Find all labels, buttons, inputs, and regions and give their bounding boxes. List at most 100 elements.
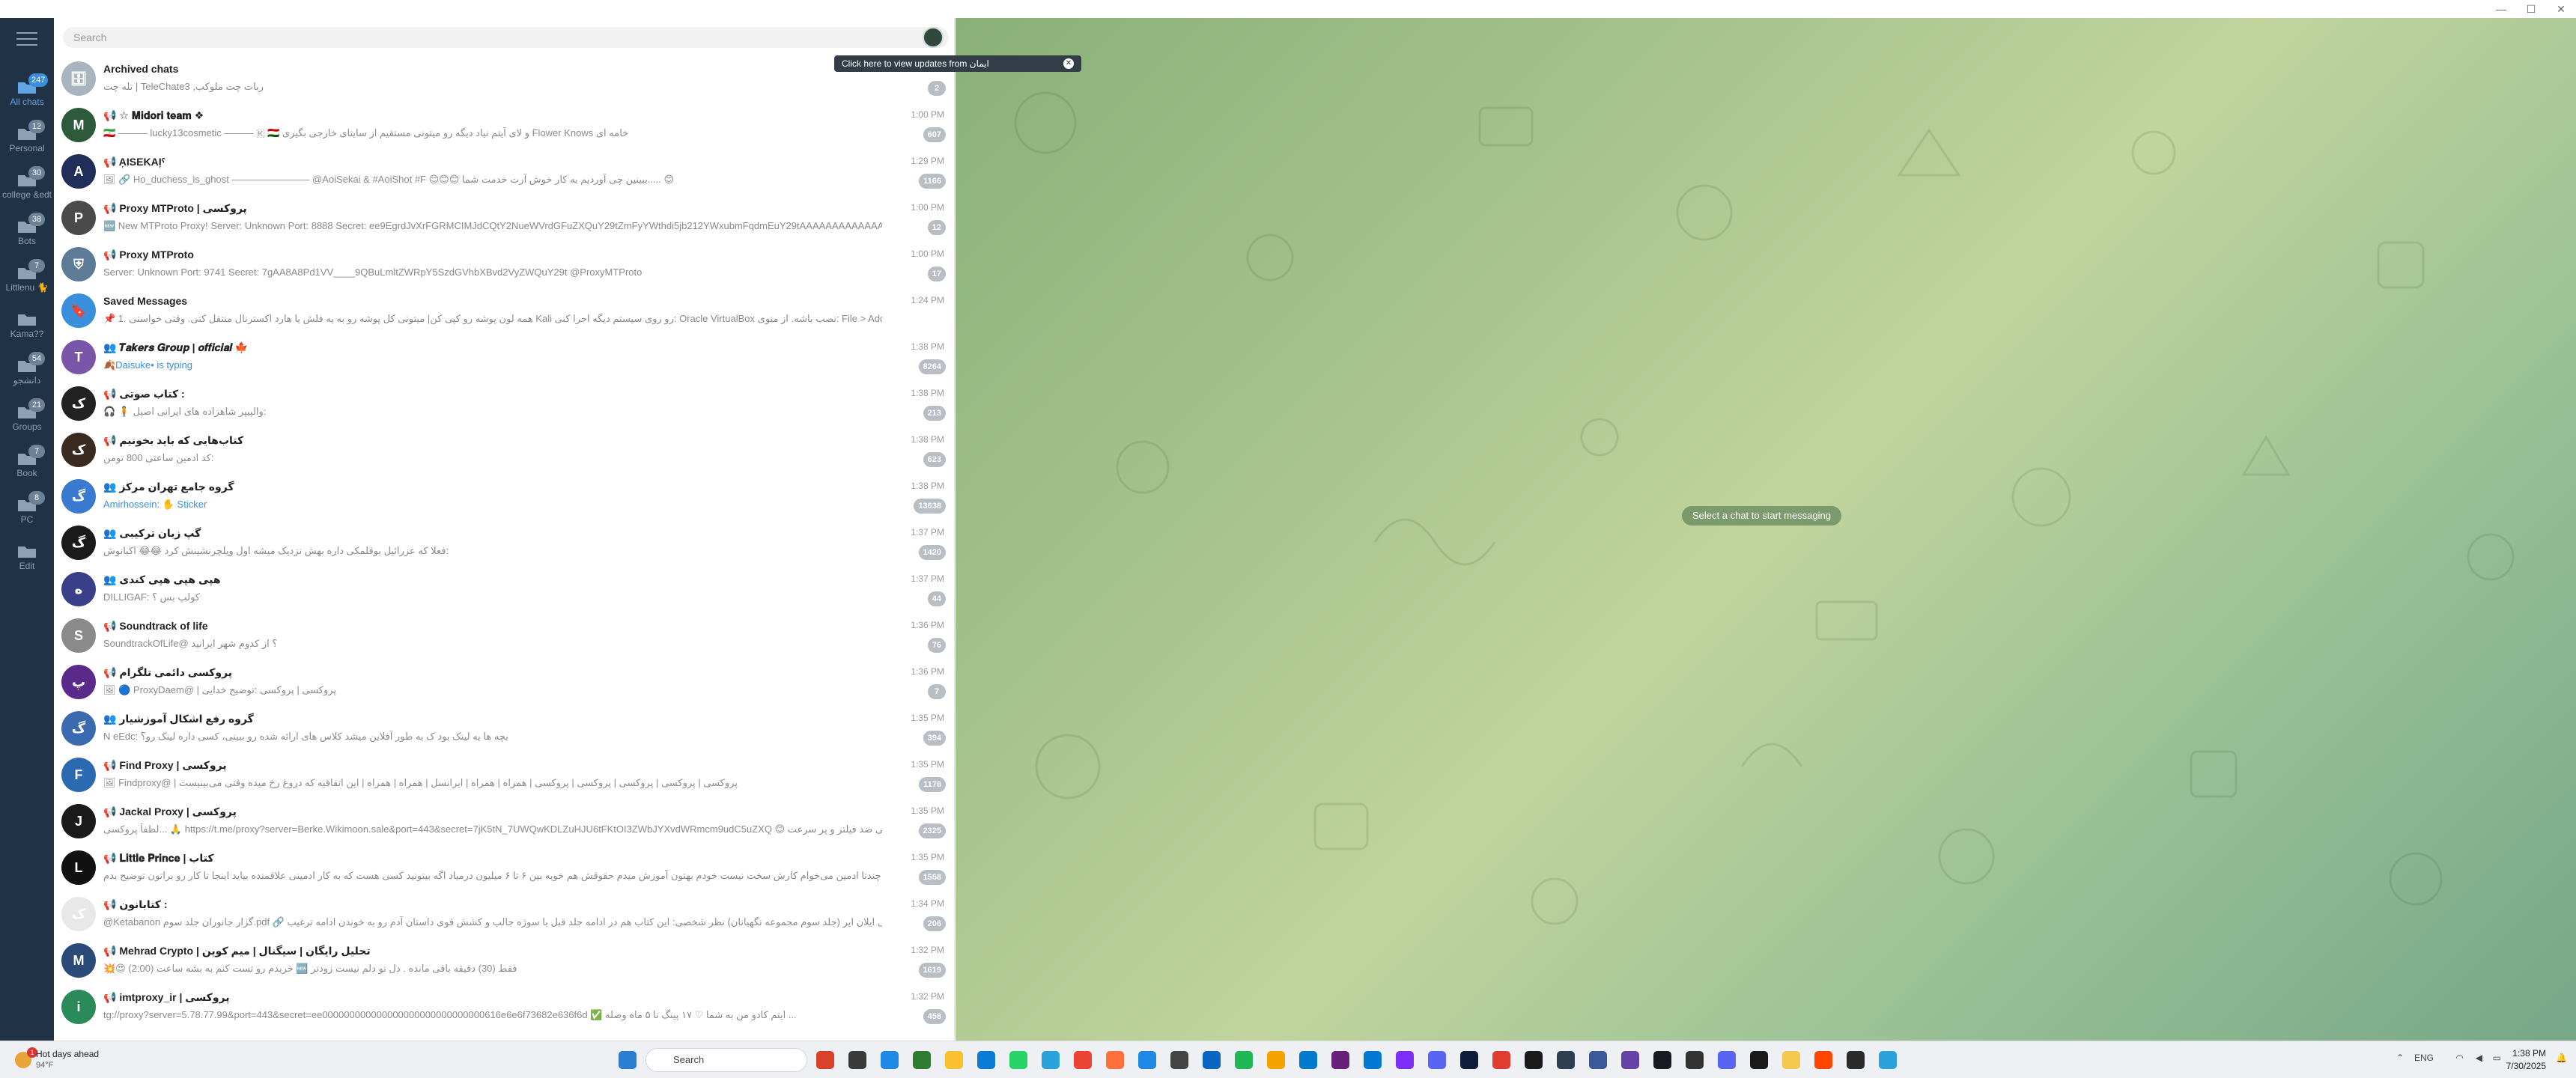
taskbar-app-icon[interactable] xyxy=(945,1051,963,1069)
folder-8[interactable]: 7 Book xyxy=(0,443,54,488)
taskbar-app-icon[interactable] xyxy=(1235,1051,1253,1069)
chat-row[interactable]: S 📢 Soundtrack of life SoundtrackOfLife@ ؟… xyxy=(54,612,955,659)
notification-icon[interactable]: 🔔 xyxy=(2556,1053,2567,1063)
taskbar-app-icon[interactable] xyxy=(1653,1051,1671,1069)
chat-row[interactable]: ⛨ 📢 Proxy MTProto Server: Unknown Port: 97… xyxy=(54,241,955,287)
folder-5[interactable]: Kama?? xyxy=(0,304,54,349)
story-tooltip: Click here to view updates from ایمان ✕ xyxy=(834,55,1081,72)
taskbar-app-icon[interactable] xyxy=(1750,1051,1768,1069)
wifi-icon[interactable]: ◠ xyxy=(2456,1053,2464,1063)
chat-row[interactable]: ک 📢 کتاب صوتی : 🎧 🧍 والپیپر شاهزاده های ای… xyxy=(54,380,955,427)
chat-row[interactable]: گ 👥 گروه جامع تهران مرکز Amirhossein: ✋ St… xyxy=(54,473,955,520)
taskbar-app-icon[interactable] xyxy=(913,1051,931,1069)
chat-name: 📢 کتاب صوتی : xyxy=(103,388,185,400)
folder-6[interactable]: 54 دانشجو xyxy=(0,350,54,395)
chat-name: 📢 Soundtrack of life xyxy=(103,620,208,632)
chat-row[interactable]: A 📢 A᷊ISEKAI᷊ˁ 🖼 🔗 Ho_duchess_is_ghost ———… xyxy=(54,148,955,195)
folder-3[interactable]: 38 Bots xyxy=(0,211,54,256)
taskbar-app-icon[interactable] xyxy=(1686,1051,1704,1069)
folder-7[interactable]: 21 Groups xyxy=(0,397,54,442)
taskbar-app-icon[interactable] xyxy=(1009,1051,1027,1069)
chat-preview: Server: Unknown Port: 9741 Secret: 7gAA8… xyxy=(103,267,643,278)
chat-row[interactable]: ک 📢 کتاب‌هایی که باید بخونیم کد ادمین ساعت… xyxy=(54,427,955,473)
taskbar-app-icon[interactable] xyxy=(1492,1051,1510,1069)
chevron-up-icon[interactable]: ⌃ xyxy=(2396,1053,2404,1063)
taskbar-app-icon[interactable] xyxy=(1621,1051,1639,1069)
avatar: A xyxy=(61,154,96,189)
search-input[interactable]: Search xyxy=(63,27,949,48)
taskbar-app-icon[interactable] xyxy=(1267,1051,1285,1069)
start-icon[interactable] xyxy=(619,1051,637,1069)
chat-row[interactable]: گ 👥 گروه رفع اشکال آموزشیار N eEdc: بچه ها… xyxy=(54,705,955,752)
avatar: گ xyxy=(61,479,96,514)
menu-icon[interactable] xyxy=(16,30,37,46)
taskbar-app-icon[interactable] xyxy=(1847,1051,1865,1069)
folder-4[interactable]: 7 Littlenu 🐈 xyxy=(0,258,54,302)
taskbar-app-icon[interactable] xyxy=(1428,1051,1446,1069)
chat-row[interactable]: M 📢 Mehrad Crypto | تحلیل رایگان | سیگنال… xyxy=(54,937,955,984)
tooltip-close-icon[interactable]: ✕ xyxy=(1063,58,1074,69)
minimize-button[interactable]: — xyxy=(2486,0,2516,18)
chat-row[interactable]: M 📢 ☆ 𝐌𝐢𝐝𝐨𝐫𝐢 𝐭𝐞𝐚𝐦 ❖ 🇮🇷 ——— lucky13cosmetic… xyxy=(54,102,955,148)
taskbar-app-icon[interactable] xyxy=(1170,1051,1188,1069)
weather-widget[interactable]: 1 Hot days ahead 94°F xyxy=(10,1047,160,1073)
taskbar-app-icon[interactable] xyxy=(1138,1051,1156,1069)
chat-row[interactable]: 🔖 Saved Messages 📌 1. همه لون پوشه رو کپی … xyxy=(54,287,955,334)
taskbar-app-icon[interactable] xyxy=(1460,1051,1478,1069)
taskbar-app-icon[interactable] xyxy=(1782,1051,1800,1069)
taskbar-app-icon[interactable] xyxy=(1299,1051,1317,1069)
taskbar-app-icon[interactable] xyxy=(1814,1051,1832,1069)
folder-1[interactable]: 12 Personal xyxy=(0,118,54,163)
unread-badge: 13638 xyxy=(914,499,946,514)
folder-10[interactable]: Edit xyxy=(0,536,54,581)
folder-9[interactable]: 8 PC xyxy=(0,490,54,535)
taskbar-app-icon[interactable] xyxy=(1589,1051,1607,1069)
folder-2[interactable]: 30 college &edt xyxy=(0,165,54,210)
taskbar-app-icon[interactable] xyxy=(1718,1051,1736,1069)
chat-row[interactable]: L 📢 𝐋𝐢𝐭𝐭𝐥𝐞 𝐏𝐫𝐢𝐧𝐜𝐞 | کتاب بچه‌ها چندتا ادمی… xyxy=(54,844,955,891)
avatar: i xyxy=(61,990,96,1024)
story-avatar[interactable] xyxy=(923,27,944,48)
clock[interactable]: 1:38 PM 7/30/2025 xyxy=(2506,1047,2546,1073)
chat-row[interactable]: F 📢 Find Proxy | پروکسی 🖼 Findproxy@ | پرو… xyxy=(54,752,955,798)
folder-label: All chats xyxy=(10,97,44,107)
chat-row[interactable]: i 📢 imtproxy_ir | پروکسی tg://proxy?server… xyxy=(54,984,955,1030)
taskbar-app-icon[interactable] xyxy=(1557,1051,1575,1069)
taskbar-app-icon[interactable] xyxy=(1106,1051,1124,1069)
maximize-button[interactable]: ☐ xyxy=(2516,0,2546,18)
taskbar-app-icon[interactable] xyxy=(1331,1051,1349,1069)
taskbar-app-icon[interactable] xyxy=(1074,1051,1092,1069)
taskbar-app-icon[interactable] xyxy=(1525,1051,1543,1069)
folder-0[interactable]: 247 All chats xyxy=(0,72,54,117)
chat-preview: فعلا که عزرائیل بوقلمکی داره بهش نزدیک م… xyxy=(103,545,449,556)
weather-temp: 94°F xyxy=(36,1061,54,1070)
taskbar-app-icon[interactable] xyxy=(977,1051,995,1069)
unread-badge: 206 xyxy=(923,916,946,931)
taskbar-app-icon[interactable] xyxy=(1396,1051,1414,1069)
taskbar-app-icon[interactable] xyxy=(1042,1051,1060,1069)
language-indicator[interactable]: ENG xyxy=(2414,1053,2434,1063)
folder-badge: 38 xyxy=(28,213,45,226)
chat-row[interactable]: ک 📢 کتابانون : @Ketabanon گزار جانوران جلد… xyxy=(54,891,955,937)
chat-list-panel: Search Click here to view updates from ا… xyxy=(54,18,1081,1041)
chat-row[interactable]: گ 👥 گپ زبان ترکیبی فعلا که عزرائیل بوقلمکی… xyxy=(54,520,955,566)
taskbar-app-icon[interactable] xyxy=(1879,1051,1897,1069)
battery-icon[interactable]: ▭ xyxy=(2493,1053,2501,1063)
taskbar-app-icon[interactable] xyxy=(881,1051,899,1069)
chat-name: 📢 A᷊ISEKAI᷊ˁ xyxy=(103,156,165,168)
taskbar-app-icon[interactable] xyxy=(816,1051,834,1069)
avatar: ک xyxy=(61,897,96,931)
taskbar-app-icon[interactable] xyxy=(1203,1051,1221,1069)
chat-row[interactable]: پ 📢 پروکسی دائمی تلگرام 🖼 🔵 ProxyDaem@ | پ… xyxy=(54,659,955,705)
taskbar-app-icon[interactable] xyxy=(1364,1051,1382,1069)
close-button[interactable]: ✕ xyxy=(2546,0,2576,18)
chat-row[interactable]: T 👥 𝑻𝒂𝒌𝒆𝒓𝒔 𝑮𝒓𝒐𝒖𝒑 | 𝒐𝒇𝒇𝒊𝒄𝒊𝒂𝒍 🍁 🍂Daisuke• is… xyxy=(54,334,955,380)
chat-row[interactable]: J 📢 Jackal Proxy | پروکسی لطفاً پروکسی... … xyxy=(54,798,955,844)
volume-icon[interactable]: ◀ xyxy=(2476,1053,2482,1063)
chat-row[interactable]: ه 👥 هپی هپی هپی کندی DILLIGAF: کولپ بس ؟ 1:… xyxy=(54,566,955,612)
folder-badge: 247 xyxy=(28,73,49,87)
chat-row[interactable]: P 📢 Proxy MTProto | پروکسی 🆕 New MTProto P… xyxy=(54,195,955,241)
taskbar-search-input[interactable]: Search xyxy=(645,1048,807,1072)
chat-row[interactable]: 🗄 Archived chats تله چت | TeleChate3 ,ربات… xyxy=(54,55,955,102)
taskbar-app-icon[interactable] xyxy=(848,1051,866,1069)
